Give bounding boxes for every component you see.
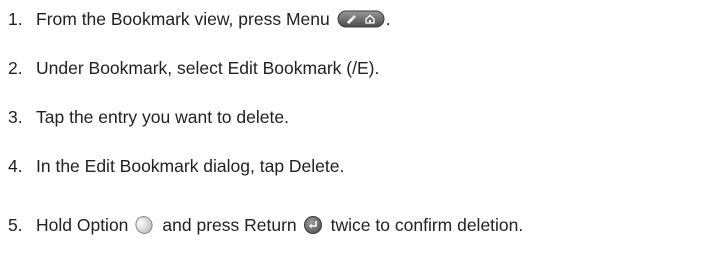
instruction-steps: 1. From the Bookmark view, press Menu . [0,0,713,261]
step-number: 1. [8,8,23,29]
step-text: From the Bookmark view, press Menu [36,8,330,29]
step-number: 3. [8,106,23,127]
step-text: Tap the entry you want to delete. [36,106,289,127]
step-1: 1. From the Bookmark view, press Menu . [8,6,391,32]
step-5: 5. Hold Option and press Return twice to… [8,212,523,238]
step-text-end: twice to confirm deletion. [330,214,524,235]
step-2: 2. Under Bookmark, select Edit Bookmark … [8,55,379,81]
step-number: 4. [8,155,23,176]
step-number: 2. [8,57,23,78]
step-text: In the Edit Bookmark dialog, tap Delete. [36,155,345,176]
step-text-end: . [385,8,391,29]
return-key-icon [303,215,323,235]
step-text: Under Bookmark, select Edit Bookmark (/E… [36,57,380,78]
step-4: 4. In the Edit Bookmark dialog, tap Dele… [8,153,344,179]
menu-key-icon [337,9,385,29]
step-number: 5. [8,214,23,235]
step-3: 3. Tap the entry you want to delete. [8,104,289,130]
step-text: Hold Option [36,214,129,235]
option-key-icon [134,215,154,235]
step-text-middle: and press Return [162,214,297,235]
